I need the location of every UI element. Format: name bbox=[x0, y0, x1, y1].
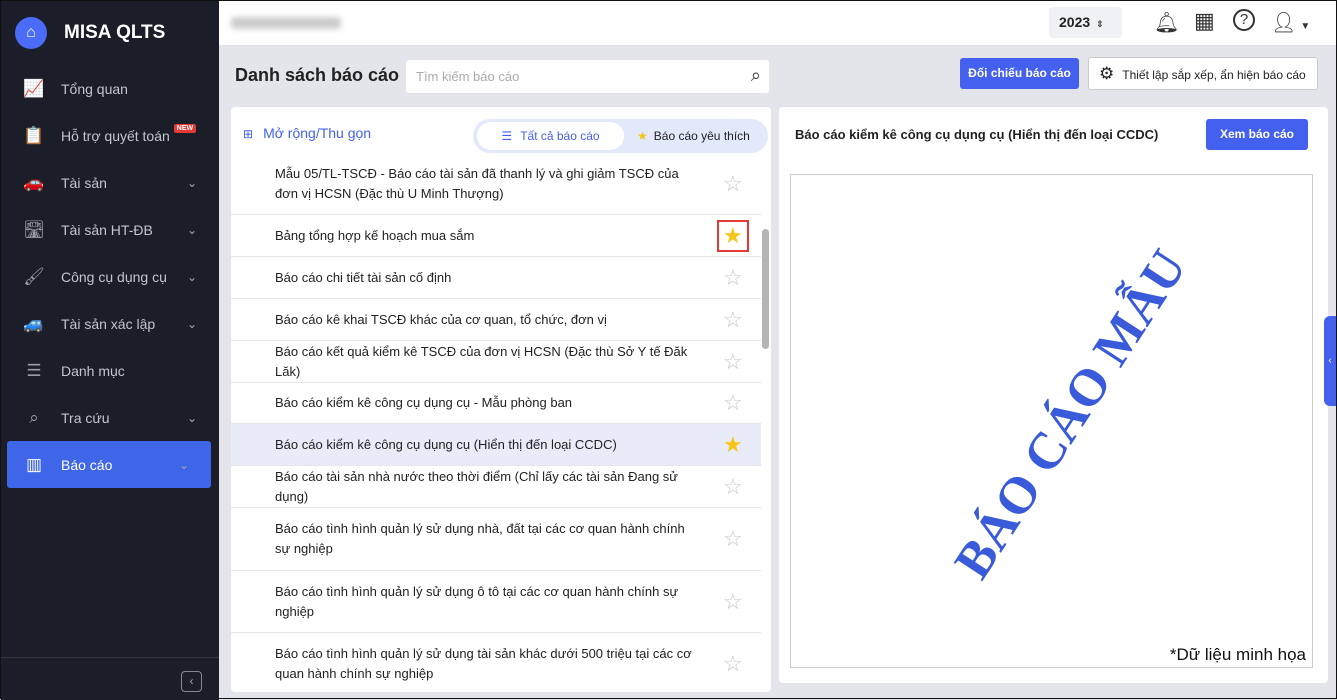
chevron-down-icon[interactable]: ⌄ bbox=[187, 270, 197, 284]
favorite-star-icon[interactable]: ☆ bbox=[723, 266, 743, 288]
org-name-blurred bbox=[231, 17, 341, 29]
tab-favorite-reports[interactable]: ★ Báo cáo yêu thích bbox=[637, 122, 750, 150]
report-list-item[interactable]: Báo cáo tài sản nhà nước theo thời điểm … bbox=[231, 466, 761, 508]
list-icon: ☰ bbox=[501, 129, 513, 143]
report-list-item[interactable]: Bảng tổng hợp kế hoạch mua sắm ★ bbox=[231, 215, 761, 257]
clipboard-icon: 📋 bbox=[23, 125, 45, 145]
watermark: BÁO CÁO MẪU bbox=[944, 240, 1198, 589]
sort-arrows-icon: ⇕ bbox=[1096, 19, 1104, 29]
favorite-star-icon[interactable]: ☆ bbox=[723, 392, 743, 414]
monitor-chart-icon: 📈 bbox=[23, 78, 45, 98]
car-icon: 🚙 bbox=[23, 313, 45, 333]
bar-chart-icon: ▥ bbox=[25, 454, 43, 474]
chevron-down-icon[interactable]: ⌄ bbox=[187, 411, 197, 425]
favorite-star-icon[interactable]: ☆ bbox=[723, 475, 743, 497]
new-badge: NEW bbox=[173, 124, 197, 133]
report-list-item[interactable]: Báo cáo kiểm kê công cụ dụng cụ (Hiển th… bbox=[231, 424, 761, 466]
sidebar-item-5[interactable]: 🚙 Tài sản xác lập ⌄ bbox=[1, 300, 219, 347]
sidebar-item-6[interactable]: ☰ Danh mục bbox=[1, 347, 219, 394]
sidebar-item-2[interactable]: 🚗 Tài sản ⌄ bbox=[1, 159, 219, 206]
tab-all-reports[interactable]: ☰ Tất cả báo cáo bbox=[477, 122, 624, 150]
report-list-item[interactable]: Báo cáo tình hình quản lý sử dụng nhà, đ… bbox=[231, 508, 761, 571]
sidebar-item-7[interactable]: ⌕ Tra cứu ⌄ bbox=[1, 394, 219, 441]
compare-reports-button[interactable]: Đối chiếu báo cáo bbox=[960, 58, 1079, 89]
favorite-star-icon[interactable]: ☆ bbox=[723, 528, 743, 550]
search-icon[interactable]: ⌕ bbox=[751, 65, 761, 86]
sidebar-item-3[interactable]: 🛣 Tài sản HT-ĐB ⌄ bbox=[1, 206, 219, 253]
illustration-note: *Dữ liệu minh họa bbox=[1169, 645, 1306, 664]
sidebar-nav: 📈 Tổng quan 📋 Hỗ trợ quyết toán NEW 🚗 Tài sản ⌄… bbox=[1, 65, 219, 488]
top-header: 2023 ⇕ 🔔︎ ▦ ? 👤︎ ▼ bbox=[219, 1, 1336, 45]
favorite-star-icon[interactable]: ☆ bbox=[723, 172, 743, 194]
sidebar: ⌂ MISA QLTS 📈 Tổng quan 📋 Hỗ trợ quyết toán N… bbox=[1, 1, 219, 700]
scrollbar-thumb[interactable] bbox=[762, 229, 769, 349]
list-icon: ☰ bbox=[26, 360, 42, 380]
apps-grid-icon[interactable]: ▦ bbox=[1194, 8, 1215, 34]
side-panel-toggle[interactable]: ‹ bbox=[1324, 316, 1336, 406]
favorite-star-icon[interactable]: ☆ bbox=[723, 652, 743, 674]
gear-icon: ⚙ bbox=[1099, 64, 1115, 83]
favorite-star-icon[interactable]: ★ bbox=[723, 433, 743, 455]
year-selector[interactable]: 2023 ⇕ bbox=[1049, 7, 1122, 38]
chevron-down-icon[interactable]: ⌄ bbox=[187, 317, 197, 331]
report-filter-tabs: ☰ Tất cả báo cáo ★ Báo cáo yêu thích bbox=[473, 119, 768, 153]
house-icon: ⌂ bbox=[15, 17, 47, 49]
bell-icon[interactable]: 🔔︎ bbox=[1154, 10, 1179, 35]
caret-down-icon: ▼ bbox=[1300, 21, 1311, 32]
report-list-item[interactable]: Báo cáo tình hình quản lý sử dụng tài sả… bbox=[231, 633, 761, 692]
sidebar-item-4[interactable]: 🖌 Công cụ dụng cụ ⌄ bbox=[1, 253, 219, 300]
chevron-down-icon[interactable]: ⌄ bbox=[187, 223, 197, 237]
user-icon[interactable]: 👤︎ ▼ bbox=[1271, 10, 1310, 35]
report-list-item[interactable]: Mẫu 05/TL-TSCĐ - Báo cáo tài sản đã than… bbox=[231, 153, 761, 215]
sample-report-image: BÁO CÁO MẪU *Dữ liệu minh họa bbox=[790, 174, 1313, 668]
sidebar-item-1[interactable]: 📋 Hỗ trợ quyết toán NEW bbox=[1, 112, 219, 159]
report-list-item[interactable]: Báo cáo tình hình quản lý sử dụng ô tô t… bbox=[231, 571, 761, 633]
report-preview-panel: Báo cáo kiểm kê công cụ dụng cụ (Hiển th… bbox=[779, 107, 1328, 683]
plus-square-icon: ⊞ bbox=[243, 127, 254, 141]
favorite-star-icon[interactable]: ★ bbox=[717, 219, 749, 252]
report-list-item[interactable]: Báo cáo kết quả kiểm kê TSCĐ của đơn vị … bbox=[231, 341, 761, 383]
sidebar-item-8[interactable]: ▥ Báo cáo ⌄ bbox=[7, 441, 211, 488]
search-icon: ⌕ bbox=[29, 407, 39, 427]
scrollbar[interactable] bbox=[762, 159, 769, 689]
sidebar-item-0[interactable]: 📈 Tổng quan bbox=[1, 65, 219, 112]
report-list-panel: ⊞ Mở rộng/Thu gọn ☰ Tất cả báo cáo ★ Báo cá… bbox=[231, 107, 771, 692]
favorite-star-icon[interactable]: ☆ bbox=[723, 350, 743, 372]
help-icon[interactable]: ? bbox=[1233, 9, 1255, 31]
road-icon: 🛣 bbox=[23, 219, 45, 239]
favorite-star-icon[interactable]: ☆ bbox=[723, 308, 743, 330]
divider bbox=[1, 657, 219, 658]
view-report-button[interactable]: Xem báo cáo bbox=[1206, 119, 1308, 150]
report-list: Mẫu 05/TL-TSCĐ - Báo cáo tài sản đã than… bbox=[231, 153, 761, 692]
report-list-item[interactable]: Báo cáo kê khai TSCĐ khác của cơ quan, t… bbox=[231, 299, 761, 341]
favorite-star-icon[interactable]: ☆ bbox=[723, 590, 743, 612]
collapse-sidebar-button[interactable]: ‹ bbox=[181, 671, 202, 692]
chevron-down-icon[interactable]: ⌄ bbox=[187, 176, 197, 190]
car-icon: 🚗 bbox=[23, 172, 45, 192]
chevron-down-icon[interactable]: ⌄ bbox=[179, 458, 189, 472]
star-icon: ★ bbox=[637, 129, 648, 143]
report-list-item[interactable]: Báo cáo chi tiết tài sản cố định ☆ bbox=[231, 257, 761, 299]
report-list-item[interactable]: Báo cáo kiểm kê công cụ dụng cụ - Mẫu ph… bbox=[231, 383, 761, 424]
search-input[interactable]: Tìm kiếm báo cáo ⌕ bbox=[406, 60, 769, 93]
report-settings-button[interactable]: ⚙ Thiết lập sắp xếp, ẩn hiện báo cáo bbox=[1088, 57, 1318, 90]
roller-icon: 🖌 bbox=[23, 266, 45, 286]
expand-collapse-toggle[interactable]: ⊞ Mở rộng/Thu gọn bbox=[243, 125, 371, 141]
page-title: Danh sách báo cáo bbox=[235, 65, 400, 85]
preview-title: Báo cáo kiểm kê công cụ dụng cụ (Hiển th… bbox=[795, 127, 1159, 142]
logo[interactable]: ⌂ MISA QLTS bbox=[1, 1, 219, 65]
